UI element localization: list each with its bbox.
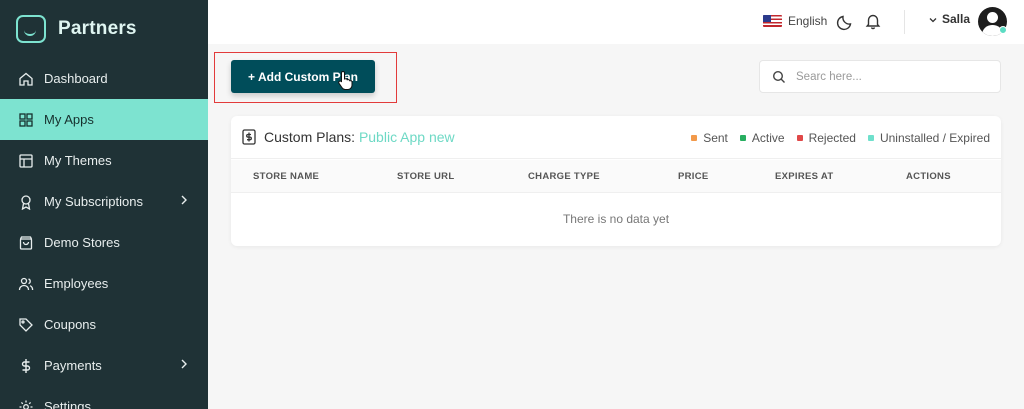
sidebar-item-label: My Themes [44,153,112,168]
legend-swatch [739,135,746,141]
partners-logo-icon [16,15,46,43]
sidebar-item-label: Coupons [44,317,97,332]
card-title-app-name: Public App new [358,129,455,145]
sidebar-item-my-apps[interactable]: My Apps [0,99,208,140]
brand-name: Partners [58,18,137,39]
sidebar-item-label: Employees [44,276,109,291]
custom-plans-card: Custom Plans: Public App new Sent Active… [231,116,1001,246]
sidebar-nav: Dashboard My Apps My Themes My Subscript… [0,58,208,409]
column-header-actions[interactable]: ACTIONS [906,171,951,182]
sidebar-item-my-themes[interactable]: My Themes [0,140,208,181]
language-switcher[interactable]: English [763,14,827,28]
legend-item-active: Active [739,131,785,145]
sidebar-item-coupons[interactable]: Coupons [0,304,208,345]
user-name: Salla [942,12,971,26]
shopping-bag-icon [18,235,34,251]
sidebar-item-payments[interactable]: Payments [0,345,208,386]
sidebar-item-demo-stores[interactable]: Demo Stores [0,222,208,263]
column-header-price[interactable]: PRICE [678,171,709,182]
sidebar-item-label: Payments [44,358,102,373]
chevron-right-icon[interactable] [178,194,190,206]
award-icon [18,194,34,210]
legend-swatch [867,135,874,141]
sidebar-item-label: Settings [44,399,91,409]
sidebar-item-settings[interactable]: Settings [0,386,208,409]
status-legend: Sent Active Rejected Uninstalled / Expir… [679,131,990,145]
sidebar-item-label: Dashboard [44,71,108,86]
legend-label: Sent [703,131,728,145]
gear-icon [18,399,34,409]
table-header: STORE NAME STORE URL CHARGE TYPE PRICE E… [231,160,1001,193]
search-input[interactable] [796,70,986,83]
legend-swatch [691,135,698,141]
sidebar: Partners Dashboard My Apps My Themes My … [0,0,208,409]
online-status-dot [999,26,1007,34]
legend-label: Active [751,131,785,145]
card-header: Custom Plans: Public App new Sent Active… [231,116,1001,159]
topbar-divider [904,10,905,34]
legend-item-sent: Sent [691,131,728,145]
dollar-document-icon [242,129,256,145]
legend-item-rejected: Rejected [796,131,856,145]
grid-icon [18,112,34,128]
brand[interactable]: Partners [16,14,137,44]
legend-label: Uninstalled / Expired [879,131,990,145]
chevron-down-icon [928,14,938,24]
chevron-right-icon[interactable] [178,358,190,370]
us-flag-icon [763,15,782,27]
search-icon [772,70,786,84]
sidebar-item-dashboard[interactable]: Dashboard [0,58,208,99]
card-title: Custom Plans: Public App new [264,129,455,145]
card-title-prefix: Custom Plans: [264,129,356,145]
user-menu[interactable]: Salla [928,12,970,26]
empty-state-message: There is no data yet [562,212,670,226]
language-label: English [788,14,828,28]
dark-mode-moon-icon[interactable] [836,13,854,31]
search-box[interactable] [759,60,1001,93]
topbar: English Salla [208,0,1024,44]
column-header-store-name[interactable]: STORE NAME [253,171,319,182]
users-icon [18,276,34,292]
layout-icon [18,153,34,169]
sidebar-item-label: Demo Stores [44,235,120,250]
column-header-charge-type[interactable]: CHARGE TYPE [528,171,600,182]
sidebar-item-my-subscriptions[interactable]: My Subscriptions [0,181,208,222]
legend-item-uninstalled-expired: Uninstalled / Expired [867,131,990,145]
home-icon [18,71,34,87]
column-header-store-url[interactable]: STORE URL [397,171,454,182]
tag-icon [18,317,34,333]
column-header-expires-at[interactable]: EXPIRES AT [775,171,833,182]
dollar-icon [18,358,34,374]
legend-swatch [796,135,803,141]
sidebar-item-label: My Apps [44,112,94,127]
sidebar-item-label: My Subscriptions [44,194,143,209]
add-custom-plan-button[interactable]: + Add Custom Plan [231,60,375,93]
notification-bell-icon[interactable] [864,12,882,30]
sidebar-item-employees[interactable]: Employees [0,263,208,304]
legend-label: Rejected [808,131,856,145]
